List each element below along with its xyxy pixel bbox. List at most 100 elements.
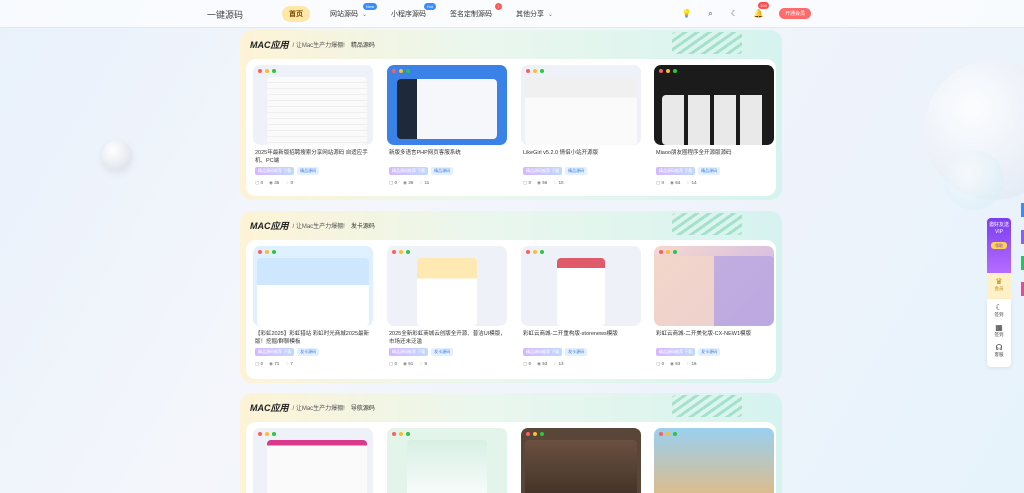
card-thumbnail[interactable] — [253, 65, 373, 145]
invite-vip-promo[interactable]: 邀好友送VIP 领取 — [987, 218, 1011, 273]
nav-other-share[interactable]: 其他分享 ⌄ — [516, 9, 553, 19]
sidebar-vip-label: 会员 — [994, 286, 1004, 291]
card-category-tag[interactable]: 精品源码 — [698, 167, 721, 175]
section-decor-stripes — [672, 395, 742, 417]
source-card[interactable] — [387, 428, 507, 493]
source-card[interactable] — [253, 428, 373, 493]
card-thumbnail[interactable] — [387, 246, 507, 326]
card-stats: ▢ 0 ◉ 71 ♢ 7 — [255, 361, 294, 366]
card-title[interactable]: 【彩虹2025】彩虹猎站 彩虹时光商城2025最新版！挖掘/群聊模板 — [253, 330, 373, 346]
bell-icon[interactable]: 🔔 103 — [753, 2, 769, 19]
card-thumbnail[interactable] — [521, 428, 641, 493]
source-card[interactable]: 2025全新彩虹商城云创版全开源、普洁UI模版，市场还未泛滥 精品源码推荐 下载… — [387, 246, 507, 367]
source-card[interactable] — [654, 428, 774, 493]
card-title[interactable]: LikeGirl v5.2.0 情侣小站开源版 — [521, 149, 641, 165]
section-subtitle: / 让Mac生产力爆棚! — [292, 406, 345, 412]
section-title: MAC应用 — [250, 40, 289, 50]
decor-orb — [944, 150, 1004, 210]
card-thumbnail[interactable] — [654, 428, 774, 493]
source-section: MAC应用 / 让Mac生产力爆棚! 发卡源码 【彩虹2025】彩虹猎站 彩虹时… — [240, 211, 782, 383]
card-category-tag[interactable]: 发卡源码 — [431, 348, 454, 356]
nav-home-label: 首页 — [289, 11, 303, 18]
card-title[interactable]: 新版多语言PHP网页客服系统 — [387, 149, 507, 165]
moon-icon: ☾ — [995, 303, 1003, 312]
sidebar-item-theme[interactable]: ☾ 签到 — [987, 303, 1011, 318]
nav-label: 签名定制源码 — [450, 11, 493, 18]
card-vip-tag: 精品源码推荐 下载 — [523, 348, 563, 356]
search-icon[interactable]: ⌕ — [705, 8, 716, 19]
card-thumbnail[interactable] — [521, 246, 641, 326]
source-section: MAC应用 / 让Mac生产力爆棚! 精品源码 2025年最新版招聘搜索分享网站… — [240, 30, 782, 200]
decor-orb — [102, 140, 132, 170]
card-title[interactable]: 2025年最新版招聘搜索分享网站源码 自适应手机、PC端 — [253, 149, 373, 165]
sidebar-actions: ☾ 签到 ▦ 签到 ☊ 客服 — [987, 299, 1011, 367]
source-card[interactable]: 2025年最新版招聘搜索分享网站源码 自适应手机、PC端 精品源码推荐 下载 精品… — [253, 65, 373, 186]
card-thumbnail[interactable] — [253, 246, 373, 326]
card-stats: ▢ 0 ◉ 53 ♢ 16 — [656, 361, 697, 366]
nav-badge: Hot — [423, 3, 437, 10]
nav-website-source[interactable]: 网站源码 New ⌄ — [330, 3, 378, 19]
card-stats: ▢ 0 ◉ 56 ♢ 10 — [523, 180, 564, 185]
section-subtitle: / 让Mac生产力爆棚! — [292, 224, 345, 230]
card-category-tag[interactable]: 发卡源码 — [297, 348, 320, 356]
section-tag[interactable]: 发卡源码 — [351, 221, 375, 230]
notification-count: 103 — [758, 2, 769, 9]
sidebar-item-checkin[interactable]: ▦ 签到 — [987, 323, 1011, 338]
promo-text: 邀好友送VIP — [988, 222, 1009, 235]
card-vip-tag: 精品源码推荐 下载 — [389, 167, 429, 175]
source-card[interactable]: 新版多语言PHP网页客服系统 精品源码推荐 下载 精品源码 ▢ 0 ◉ 39 ♢ 11 — [387, 65, 507, 186]
header-actions: 💡 ⌕ ☾ 🔔 103 — [681, 2, 777, 19]
card-category-tag[interactable]: 发卡源码 — [565, 348, 588, 356]
open-vip-button[interactable]: 开通会员 — [779, 8, 812, 19]
promo-claim-button[interactable]: 领取 — [991, 242, 1007, 249]
section-tag[interactable]: 精品源码 — [351, 40, 375, 49]
section-card-grid: 【彩虹2025】彩虹猎站 彩虹时光商城2025最新版！挖掘/群聊模板 精品源码推… — [246, 240, 776, 379]
sidebar-item-support[interactable]: ☊ 客服 — [987, 343, 1011, 358]
source-card[interactable]: 彩虹云商城-二开重构版-storenews模版 精品源码推荐 下载 发卡源码 ▢ … — [521, 246, 641, 367]
floating-sidebar: 邀好友送VIP 领取 ♛ 会员 ☾ 签到 ▦ 签到 ☊ 客服 — [987, 218, 1011, 367]
dark-mode-icon[interactable]: ☾ — [729, 8, 740, 19]
card-thumbnail[interactable] — [521, 65, 641, 145]
sidebar-vip[interactable]: ♛ 会员 — [987, 273, 1011, 299]
nav-badge: New — [363, 3, 378, 10]
chevron-down-icon: ⌄ — [362, 11, 368, 18]
card-title[interactable]: 彩虹云商城-二开重构版-storenews模版 — [521, 330, 641, 346]
source-card[interactable]: 【彩虹2025】彩虹猎站 彩虹时光商城2025最新版！挖掘/群聊模板 精品源码推… — [253, 246, 373, 367]
card-vip-tag: 精品源码推荐 下载 — [656, 348, 696, 356]
card-thumbnail[interactable] — [387, 428, 507, 493]
nav-label: 网站源码 — [330, 11, 358, 18]
card-title[interactable]: 2025全新彩虹商城云创版全开源、普洁UI模版，市场还未泛滥 — [387, 330, 507, 346]
source-section: MAC应用 / 让Mac生产力爆棚! 导航源码 — [240, 393, 782, 493]
calendar-icon: ▦ — [995, 323, 1003, 332]
section-subtitle: / 让Mac生产力爆棚! — [292, 43, 345, 49]
nav-signature-source[interactable]: 签名定制源码 ! — [450, 3, 503, 19]
card-vip-tag: 精品源码推荐 下载 — [523, 167, 563, 175]
source-card[interactable]: LikeGirl v5.2.0 情侣小站开源版 精品源码推荐 下载 精品源码 ▢ … — [521, 65, 641, 186]
lightbulb-icon[interactable]: 💡 — [681, 8, 692, 19]
card-category-tag[interactable]: 发卡源码 — [698, 348, 721, 356]
card-title[interactable]: Miaoo朋友圈程序全开源版源码 — [654, 149, 774, 165]
card-stats: ▢ 0 ◉ 64 ♢ 14 — [656, 180, 697, 185]
card-category-tag[interactable]: 精品源码 — [431, 167, 454, 175]
source-card[interactable] — [521, 428, 641, 493]
nav-badge: ! — [494, 3, 503, 10]
source-card[interactable]: 彩虹云商城-二开美化版-CX-NEW1模版 精品源码推荐 下载 发卡源码 ▢ 0 ◉… — [654, 246, 774, 367]
card-thumbnail[interactable] — [654, 65, 774, 145]
nav-home[interactable]: 首页 — [282, 6, 310, 22]
nav-miniprogram-source[interactable]: 小程序源码 Hot — [391, 3, 437, 19]
card-thumbnail[interactable] — [253, 428, 373, 493]
nav-label: 小程序源码 — [391, 11, 427, 18]
section-tag[interactable]: 导航源码 — [351, 403, 375, 412]
card-category-tag[interactable]: 精品源码 — [297, 167, 320, 175]
section-title: MAC应用 — [250, 221, 289, 231]
card-thumbnail[interactable] — [654, 246, 774, 326]
source-card[interactable]: Miaoo朋友圈程序全开源版源码 精品源码推荐 下载 精品源码 ▢ 0 ◉ 64 ♢ … — [654, 65, 774, 186]
card-vip-tag: 精品源码推荐 下载 — [389, 348, 429, 356]
card-thumbnail[interactable] — [387, 65, 507, 145]
section-title: MAC应用 — [250, 403, 289, 413]
site-logo[interactable]: 一键源码 — [207, 5, 255, 23]
card-title[interactable]: 彩虹云商城-二开美化版-CX-NEW1模版 — [654, 330, 774, 346]
card-stats: ▢ 0 ◉ 53 ♢ 13 — [523, 361, 564, 366]
sidebar-item-label: 签到 — [994, 332, 1004, 337]
card-category-tag[interactable]: 精品源码 — [565, 167, 588, 175]
